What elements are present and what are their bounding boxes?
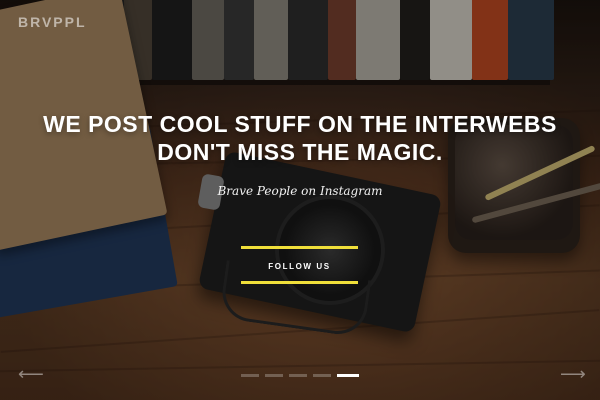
hero-headline-line2: DON'T MISS THE MAGIC. bbox=[157, 139, 443, 165]
hero-subhead: Brave People on Instagram bbox=[217, 184, 383, 198]
hero-headline-line1: WE POST COOL STUFF ON THE INTERWEBS bbox=[43, 111, 557, 137]
brand-logo[interactable]: BRVPPL bbox=[18, 14, 87, 30]
follow-us-button[interactable]: FOLLOW US bbox=[241, 255, 358, 277]
cta-bottom-rule bbox=[241, 281, 358, 284]
carousel-dot[interactable] bbox=[265, 374, 283, 377]
carousel-dot-active[interactable] bbox=[337, 374, 359, 377]
cta-top-rule bbox=[241, 246, 358, 249]
carousel-pagination bbox=[0, 374, 600, 377]
carousel-dot[interactable] bbox=[241, 374, 259, 377]
hero-stage: ✎ BRVPPL WE POST COOL STUFF ON THE INTER… bbox=[0, 0, 600, 400]
carousel-dot[interactable] bbox=[313, 374, 331, 377]
carousel-dot[interactable] bbox=[289, 374, 307, 377]
darken-overlay bbox=[0, 0, 600, 400]
hero-headline: WE POST COOL STUFF ON THE INTERWEBS DON'… bbox=[0, 110, 600, 166]
